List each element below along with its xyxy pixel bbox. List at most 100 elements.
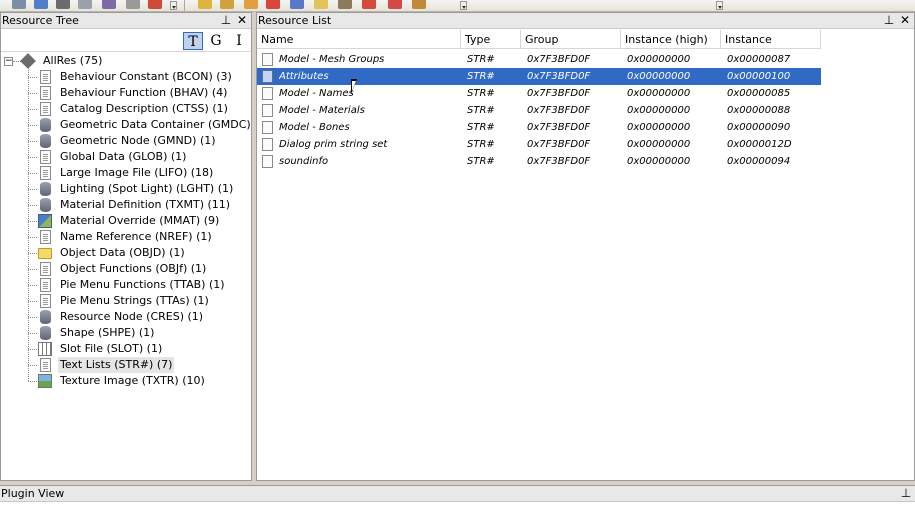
collapse-toggle-icon[interactable]: −	[4, 57, 13, 66]
pin-icon[interactable]: ⊥	[219, 13, 233, 28]
paste-icon[interactable]	[220, 0, 234, 9]
pin-icon[interactable]: ⊥	[882, 13, 896, 28]
column-header-group[interactable]: Group	[521, 30, 621, 49]
tree-item-label: Texture Image (TXTR) (10)	[60, 374, 205, 387]
cell-type: STR#	[467, 139, 495, 150]
tree-mode-type-button[interactable]: T	[183, 32, 203, 50]
tree-item-label: Behaviour Constant (BCON) (3)	[60, 70, 232, 83]
tree-connector	[28, 157, 37, 158]
remove-icon[interactable]	[266, 0, 280, 9]
tree-item-label: Material Definition (TXMT) (11)	[60, 198, 231, 211]
tree-connector	[28, 301, 37, 302]
close-icon[interactable]	[78, 0, 92, 9]
cell-group: 0x7F3BFD0F	[527, 71, 591, 82]
list-row[interactable]: Model - Mesh Groups STR# 0x7F3BFD0F 0x00000…	[257, 51, 821, 68]
column-header-instance[interactable]: Instance	[721, 30, 821, 49]
tree-item-label: Large Image File (LIFO) (18)	[60, 166, 214, 179]
material-icon	[38, 214, 52, 228]
settings-icon[interactable]	[126, 0, 140, 9]
document-icon	[262, 53, 273, 66]
cell-instance: 0x00000087	[727, 54, 791, 65]
tree-connector	[28, 141, 37, 142]
column-header-instance-high[interactable]: Instance (high)	[621, 30, 721, 49]
tree-item-label: Object Functions (OBJf) (1)	[60, 262, 207, 275]
wrench-icon[interactable]	[338, 0, 352, 9]
cell-instance-high: 0x00000000	[627, 139, 691, 150]
document-icon	[40, 86, 51, 100]
link-icon[interactable]	[314, 0, 328, 9]
cell-instance: 0x0000012D	[727, 139, 792, 150]
tree-item-label: Catalog Description (CTSS) (1)	[60, 102, 228, 115]
tree-connector	[28, 237, 37, 238]
column-header-type[interactable]: Type	[461, 30, 521, 49]
close-icon[interactable]: ✕	[235, 13, 249, 28]
tree-item-label: Slot File (SLOT) (1)	[60, 342, 163, 355]
cell-name: Model - Materials	[279, 105, 365, 116]
folder-icon	[38, 248, 52, 259]
toolbar-overflow-dropdown[interactable]	[460, 1, 467, 10]
cell-name: Dialog prim string set	[279, 139, 388, 150]
list-row[interactable]: soundinfo STR# 0x7F3BFD0F 0x00000000 0x00000…	[257, 153, 821, 170]
database-icon	[40, 118, 51, 132]
cell-instance-high: 0x00000000	[627, 122, 691, 133]
tree-connector	[28, 365, 37, 366]
pin-icon[interactable]: ⊥	[899, 486, 913, 501]
cut-icon[interactable]	[362, 0, 376, 9]
database-icon	[40, 134, 51, 148]
x-icon[interactable]	[388, 0, 402, 9]
delete-icon[interactable]	[148, 0, 162, 9]
document-icon	[40, 278, 51, 292]
cell-instance-high: 0x00000000	[627, 105, 691, 116]
resource-tree-panel: Resource Tree ⊥ ✕ T G I − AllRes (75) Beha…	[0, 12, 270, 481]
tag-icon[interactable]	[290, 0, 304, 9]
tree-connector	[28, 173, 37, 174]
tree-connector	[28, 269, 37, 270]
cell-group: 0x7F3BFD0F	[527, 54, 591, 65]
list-row[interactable]: Model - Materials STR# 0x7F3BFD0F 0x0000000…	[257, 102, 821, 119]
save-icon[interactable]	[56, 0, 70, 9]
cell-type: STR#	[467, 71, 495, 82]
edit-icon[interactable]	[412, 0, 426, 9]
document-icon	[40, 102, 51, 116]
tree-mode-group-button[interactable]: G	[206, 32, 226, 50]
resource-list-title-text: Resource List	[258, 14, 332, 27]
open-icon[interactable]	[34, 0, 48, 9]
plugin-view-title-text: Plugin View	[1, 487, 65, 500]
cell-name: Model - Bones	[279, 122, 350, 133]
plugin-view-title: Plugin View ⊥	[0, 486, 915, 502]
plugin-view-panel: Plugin View ⊥	[0, 485, 915, 505]
database-icon	[40, 182, 51, 196]
toolbar-overflow-dropdown[interactable]	[170, 1, 177, 10]
tree-connector	[28, 109, 37, 110]
export-icon[interactable]	[102, 0, 116, 9]
cell-name: Attributes	[279, 71, 329, 82]
package-icon[interactable]	[244, 0, 258, 9]
tree-item-label: AllRes (75)	[43, 54, 103, 67]
list-row[interactable]: Attributes STR# 0x7F3BFD0F 0x00000000 0x0000…	[257, 68, 821, 85]
cell-name: Model - Mesh Groups	[279, 54, 385, 65]
cell-type: STR#	[467, 54, 495, 65]
column-header-name[interactable]: Name	[257, 30, 461, 49]
cell-group: 0x7F3BFD0F	[527, 156, 591, 167]
cell-instance: 0x00000088	[727, 105, 791, 116]
database-icon	[40, 198, 51, 212]
tree-mode-instance-button[interactable]: I	[229, 32, 249, 50]
list-row[interactable]: Dialog prim string set STR# 0x7F3BFD0F 0x00…	[257, 136, 821, 153]
tree-item-label: Pie Menu Functions (TTAB) (1)	[60, 278, 225, 291]
tree-connector	[28, 77, 37, 78]
tree-item-label: Lighting (Spot Light) (LGHT) (1)	[60, 182, 234, 195]
close-icon[interactable]: ✕	[898, 13, 912, 28]
list-row[interactable]: Model - Bones STR# 0x7F3BFD0F 0x00000000 0x0…	[257, 119, 821, 136]
tree-item-label: Object Data (OBJD) (1)	[60, 246, 185, 259]
mouse-pointer-icon	[351, 79, 363, 94]
new-document-icon[interactable]	[12, 0, 26, 9]
toolbar-separator	[184, 0, 185, 11]
toolbar-overflow-dropdown[interactable]	[716, 1, 723, 10]
copy-icon[interactable]	[198, 0, 212, 9]
cell-instance-high: 0x00000000	[627, 54, 691, 65]
resource-tree-title: Resource Tree ⊥ ✕	[1, 13, 251, 29]
column-header-row: Name Type Group Instance (high) Instance	[257, 30, 821, 49]
list-row[interactable]: Model - Names STR# 0x7F3BFD0F 0x00000000 0x0…	[257, 85, 821, 102]
resource-list-title: Resource List ⊥ ✕	[257, 13, 914, 29]
document-icon	[262, 70, 273, 83]
